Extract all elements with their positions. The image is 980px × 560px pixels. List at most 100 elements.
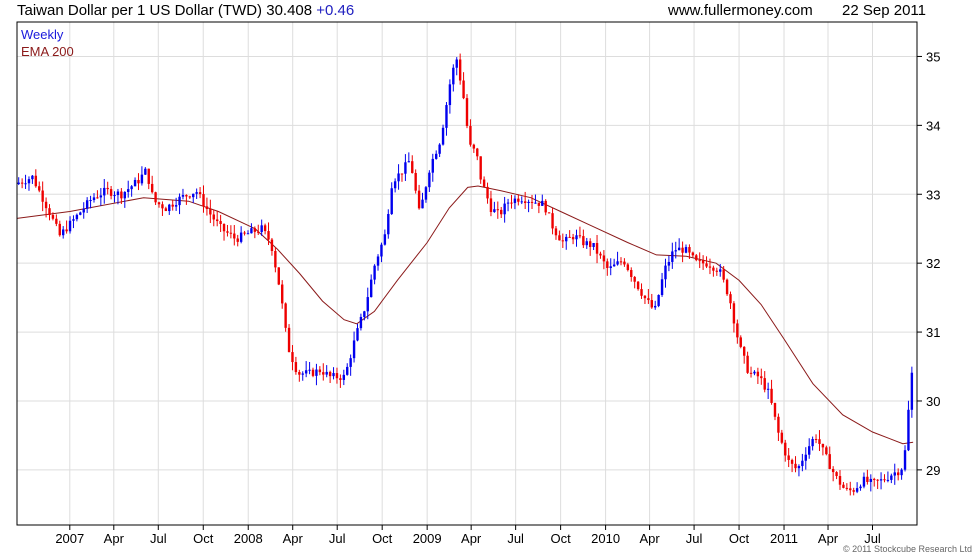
- weekly-candle-body: [61, 229, 65, 236]
- weekly-candle-body: [698, 260, 701, 262]
- weekly-candle-body: [92, 197, 96, 201]
- weekly-candle-body: [561, 240, 565, 242]
- weekly-candle-body: [568, 236, 571, 238]
- weekly-candle-body: [496, 209, 499, 211]
- weekly-candle-body: [503, 203, 506, 215]
- y-tick-label: 32: [926, 256, 940, 271]
- weekly-candle-body: [397, 173, 400, 182]
- weekly-candle-body: [428, 172, 431, 188]
- weekly-candle-body: [239, 232, 243, 242]
- weekly-candle-body: [164, 208, 168, 212]
- weekly-candle-body: [383, 234, 387, 245]
- x-tick-label: Oct: [729, 531, 750, 546]
- weekly-candle-body: [500, 209, 503, 215]
- weekly-candle-body: [838, 476, 842, 485]
- weekly-candle-body: [109, 189, 113, 196]
- weekly-candle-body: [431, 158, 434, 173]
- weekly-candle-body: [482, 179, 486, 187]
- weekly-candle-body: [342, 374, 346, 380]
- weekly-candle-body: [137, 179, 140, 184]
- weekly-candle-body: [51, 215, 55, 219]
- weekly-candle-body: [400, 173, 404, 175]
- weekly-candle-body: [41, 190, 44, 202]
- weekly-candle-body: [82, 208, 85, 213]
- weekly-candle-body: [650, 300, 653, 308]
- weekly-candle-body: [359, 316, 363, 329]
- weekly-candle-body: [120, 191, 123, 199]
- weekly-candle-body: [760, 376, 763, 379]
- weekly-candle-body: [705, 263, 708, 267]
- weekly-candle-body: [212, 214, 215, 220]
- weekly-candle-body: [318, 369, 322, 373]
- weekly-candle-body: [547, 212, 551, 214]
- y-tick-label: 29: [926, 463, 940, 478]
- weekly-candle-body: [253, 228, 257, 232]
- weekly-candle-body: [756, 371, 760, 377]
- x-tick-label: Oct: [372, 531, 393, 546]
- weekly-candle-body: [609, 266, 612, 268]
- weekly-candle-body: [202, 194, 205, 207]
- weekly-candle-body: [277, 267, 280, 285]
- weekly-candle-body: [578, 235, 582, 237]
- weekly-candle-body: [493, 209, 496, 213]
- weekly-candle-body: [376, 256, 380, 266]
- weekly-candle-body: [31, 175, 34, 180]
- weekly-candle-body: [281, 284, 284, 304]
- weekly-candle-body: [869, 478, 873, 482]
- y-tick-label: 34: [926, 118, 940, 133]
- weekly-candle-body: [27, 179, 31, 184]
- weekly-candle-body: [527, 201, 530, 204]
- weekly-candle-body: [551, 213, 554, 229]
- weekly-candle-body: [712, 267, 715, 271]
- weekly-candle-body: [325, 371, 328, 375]
- weekly-candle-body: [103, 187, 106, 196]
- weekly-candle-body: [311, 369, 315, 376]
- weekly-candle-body: [825, 447, 828, 455]
- weekly-candle-body: [719, 269, 722, 272]
- weekly-candle-body: [455, 59, 458, 68]
- weekly-candle-body: [263, 225, 267, 232]
- weekly-candle-body: [732, 303, 736, 324]
- y-tick-label: 30: [926, 394, 940, 409]
- weekly-candle-body: [739, 337, 742, 347]
- weekly-candle-body: [472, 144, 476, 149]
- legend-ema200: EMA 200: [21, 44, 74, 59]
- weekly-candle-body: [797, 466, 801, 469]
- weekly-candle-body: [907, 409, 910, 451]
- weekly-candle-body: [181, 195, 185, 197]
- legend-weekly: Weekly: [21, 27, 64, 42]
- weekly-candle-body: [298, 372, 301, 375]
- weekly-candle-body: [479, 156, 482, 180]
- weekly-candle-body: [623, 261, 626, 265]
- weekly-candle-body: [363, 311, 366, 317]
- weekly-candle-body: [859, 486, 862, 489]
- copyright-footer: © 2011 Stockcube Research Ltd: [842, 544, 972, 554]
- weekly-candle-body: [890, 475, 893, 480]
- weekly-candle-body: [879, 479, 883, 481]
- weekly-candle-body: [133, 179, 137, 187]
- weekly-candle-body: [448, 84, 452, 106]
- weekly-candle-body: [243, 232, 246, 234]
- x-axis: 2007 Apr Jul Oct 2008 Apr Jul Oct 2009 Apr Jul Oct 2…: [55, 525, 881, 546]
- weekly-candle-body: [58, 223, 61, 236]
- weekly-candle-body: [766, 388, 770, 390]
- weekly-candle-body: [602, 255, 606, 262]
- weekly-candle-body: [818, 439, 821, 444]
- weekly-candle-body: [630, 270, 633, 277]
- y-tick-label: 35: [926, 49, 940, 64]
- weekly-candle-body: [780, 432, 784, 443]
- weekly-candle-body: [147, 168, 150, 184]
- weekly-candle-body: [270, 239, 274, 252]
- weekly-candle-body: [862, 476, 866, 487]
- weekly-candle-body: [209, 209, 212, 215]
- weekly-candle-body: [835, 472, 838, 477]
- weekly-candle-body: [257, 231, 260, 233]
- x-tick-label: Oct: [551, 531, 572, 546]
- weekly-candle-body: [855, 488, 859, 492]
- weekly-candle-body: [34, 175, 38, 187]
- weekly-candle-body: [393, 181, 397, 189]
- weekly-candle-body: [322, 372, 325, 375]
- weekly-candle-body: [462, 80, 465, 99]
- weekly-candle-body: [215, 219, 219, 222]
- weekly-candle-body: [373, 265, 376, 280]
